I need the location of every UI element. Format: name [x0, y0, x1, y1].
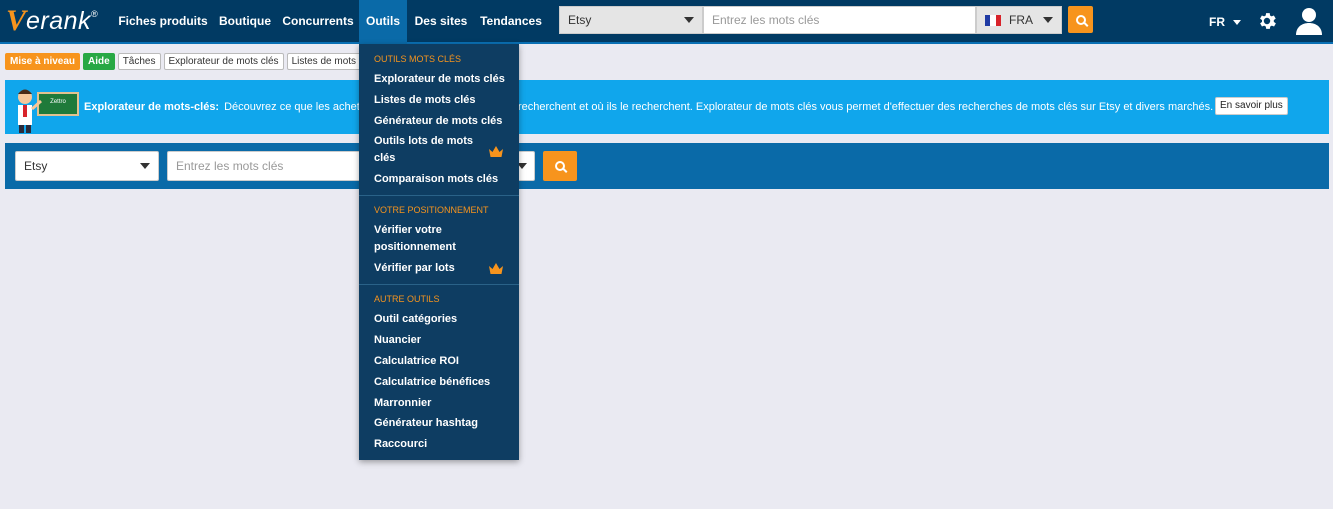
- menu-item-keyword-lists[interactable]: Listes de mots clés: [374, 92, 506, 109]
- language-value: FR: [1209, 15, 1225, 29]
- gear-icon[interactable]: [1256, 10, 1278, 32]
- banner-text: Explorateur de mots-clés: Découvrez ce qu…: [84, 80, 1213, 134]
- top-search-button[interactable]: [1068, 6, 1093, 33]
- teacher-illustration: Zettro: [18, 89, 79, 133]
- nav-des-sites[interactable]: Des sites: [410, 0, 472, 44]
- nav-boutique[interactable]: Boutique: [214, 0, 276, 44]
- erank-logo[interactable]: V erank ®: [6, 6, 98, 36]
- menu-item-category-tool[interactable]: Outil catégories: [374, 311, 506, 328]
- keyword-explorer-link[interactable]: Explorateur de mots clés: [163, 53, 284, 70]
- quick-links-row: Mise à niveau Aide Tâches Explorateur de…: [5, 53, 382, 70]
- top-keyword-placeholder: Entrez les mots clés: [712, 13, 820, 27]
- premium-crown-icon: [489, 146, 503, 157]
- banner-title: Explorateur de mots-clés:: [84, 101, 220, 113]
- dropdown-section-ranking: VOTRE POSITIONNEMENT: [374, 205, 489, 215]
- main-search-bar: Etsy Entrez les mots clés: [5, 143, 1329, 189]
- search-icon: [1075, 14, 1086, 25]
- menu-item-keyword-generator[interactable]: Générateur de mots clés: [374, 113, 506, 130]
- country-select[interactable]: FRA: [976, 6, 1062, 34]
- menu-item-profit-calculator[interactable]: Calculatrice bénéfices: [374, 374, 506, 391]
- chevron-down-icon: [140, 163, 150, 169]
- menu-item-roi-calculator[interactable]: Calculatrice ROI: [374, 353, 506, 370]
- chevron-down-icon: [684, 17, 694, 23]
- menu-item-bulk-rank-check[interactable]: Vérifier par lots: [374, 260, 506, 277]
- country-value: FRA: [1009, 13, 1033, 27]
- top-search-form: Etsy Entrez les mots clés FRA: [559, 6, 1093, 34]
- main-search-button[interactable]: [543, 151, 577, 181]
- chevron-down-icon: [1043, 17, 1053, 23]
- menu-item-hashtag-generator[interactable]: Générateur hashtag: [374, 415, 506, 432]
- menu-item-keyword-comparison[interactable]: Comparaison mots clés: [374, 171, 506, 188]
- banner-text-end: recherchent et où ils le recherchent. Ex…: [517, 101, 1214, 113]
- nav-concurrents[interactable]: Concurrents: [280, 0, 356, 44]
- nav-fiches-produits[interactable]: Fiches produits: [117, 0, 209, 44]
- nav-tendances[interactable]: Tendances: [476, 0, 546, 44]
- search-icon: [555, 161, 565, 171]
- main-platform-select[interactable]: Etsy: [15, 151, 159, 181]
- user-avatar-icon[interactable]: [1296, 7, 1322, 35]
- menu-item-bulk-keyword-tools[interactable]: Outils lots de mots clés: [374, 133, 484, 167]
- dropdown-section-keywords: OUTILS MOTS CLÉS: [374, 54, 462, 64]
- top-platform-value: Etsy: [568, 13, 592, 27]
- tasks-link[interactable]: Tâches: [117, 53, 161, 70]
- dropdown-section-other: AUTRE OUTILS: [374, 294, 440, 304]
- menu-item-keyword-explorer[interactable]: Explorateur de mots clés: [374, 71, 506, 88]
- board-label: Zettro: [50, 99, 66, 105]
- top-navbar: V erank ® Fiches produits Boutique Concu…: [0, 0, 1333, 44]
- menu-item-marronnier[interactable]: Marronnier: [374, 395, 506, 412]
- dropdown-divider: [359, 284, 519, 285]
- outils-dropdown-menu: OUTILS MOTS CLÉS Explorateur de mots clé…: [359, 44, 519, 460]
- logo-word: erank: [26, 7, 92, 35]
- dropdown-divider: [359, 195, 519, 196]
- language-select[interactable]: FR: [1209, 0, 1241, 44]
- help-button[interactable]: Aide: [83, 53, 115, 70]
- info-banner: Zettro Explorateur de mots-clés: Découvre…: [5, 80, 1329, 134]
- upgrade-button[interactable]: Mise à niveau: [5, 53, 81, 70]
- top-platform-select[interactable]: Etsy: [559, 6, 703, 34]
- top-keyword-input[interactable]: Entrez les mots clés: [703, 6, 976, 34]
- nav-outils[interactable]: Outils: [359, 0, 407, 44]
- main-platform-value: Etsy: [24, 159, 48, 173]
- premium-crown-icon: [489, 263, 503, 274]
- menu-item-color-chart[interactable]: Nuancier: [374, 332, 506, 349]
- chevron-down-icon: [1233, 19, 1241, 25]
- logo-mark: V: [6, 4, 27, 37]
- learn-more-button[interactable]: En savoir plus: [1215, 97, 1288, 115]
- menu-item-rank-check[interactable]: Vérifier votre positionnement: [374, 222, 484, 256]
- banner-text-start: Découvrez ce que les achete: [224, 101, 366, 113]
- logo-registered: ®: [91, 9, 98, 19]
- menu-item-shortcut[interactable]: Raccourci: [374, 436, 506, 453]
- france-flag-icon: [985, 14, 1001, 26]
- main-keyword-placeholder: Entrez les mots clés: [176, 159, 284, 173]
